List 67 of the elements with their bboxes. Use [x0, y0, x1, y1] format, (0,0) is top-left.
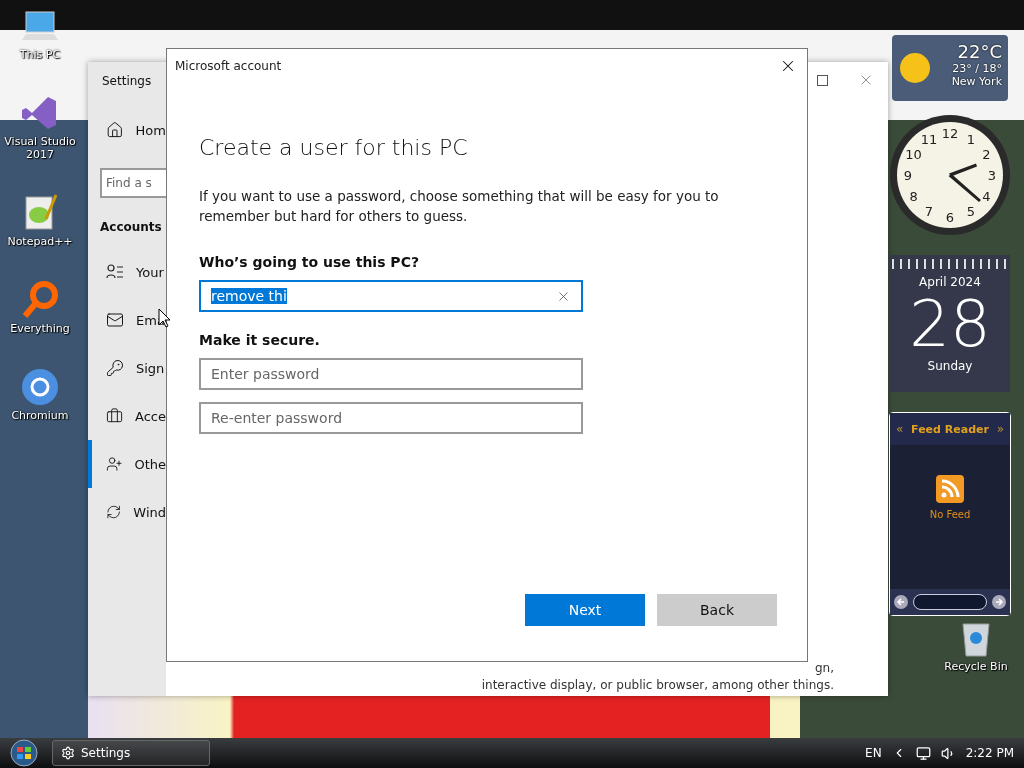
field-label: Make it secure. — [199, 332, 321, 348]
settings-icon — [61, 746, 75, 760]
clock-numeral: 10 — [905, 147, 922, 162]
clock-numeral: 6 — [945, 210, 955, 225]
body-text: interactive display, or public browser, among other things. — [481, 678, 834, 692]
body-text: gn, — [814, 661, 834, 675]
network-icon[interactable] — [915, 745, 931, 761]
feed-status: No Feed — [929, 509, 971, 520]
taskbar-app-button[interactable]: Settings — [52, 740, 210, 766]
password-field[interactable]: Enter password — [199, 358, 583, 390]
clock-numeral: 9 — [903, 168, 913, 183]
password-field[interactable]: Re-enter password — [199, 402, 583, 434]
search-field[interactable]: Find a s — [100, 168, 166, 198]
person-plus-icon — [106, 455, 123, 473]
maximize-icon[interactable] — [817, 74, 828, 86]
clock-numeral: 4 — [982, 189, 991, 204]
clock-numeral: 11 — [920, 131, 938, 147]
field-label: Who’s going to use this PC? — [199, 254, 421, 270]
clock-numeral: 1 — [966, 131, 976, 147]
desktop-icon-label[interactable]: Chromium — [1, 409, 79, 422]
window-title: Settings — [102, 74, 153, 88]
temperature-range: 23° / 18° — [952, 62, 1002, 75]
calendar-month: April 2024 — [919, 275, 981, 289]
desktop-icon-label[interactable]: Visual Studio 2017 — [1, 135, 79, 161]
nav-item[interactable]: Wind — [88, 488, 166, 536]
desktop-icon-label[interactable]: Notepad++ — [1, 235, 79, 248]
clock-numeral: 7 — [924, 204, 934, 220]
clock-hands — [948, 163, 981, 202]
calendar-weekday: Sunday — [927, 359, 973, 373]
home-icon — [106, 121, 124, 139]
desktop-icon-label[interactable]: This PC — [1, 48, 79, 61]
dialog-heading: Create a user for this PC — [199, 135, 469, 160]
back-button[interactable]: Back — [657, 594, 777, 626]
clock-time[interactable]: 2:22 PM — [965, 746, 1014, 760]
dialog-description: If you want to use a password, choose something that will be easy for you to remember but hard for others to guess. — [199, 187, 720, 226]
nav-item[interactable]: Your — [88, 248, 166, 296]
language-indicator[interactable]: EN — [865, 746, 882, 760]
clock-numeral: 5 — [966, 204, 976, 220]
nav-item[interactable]: Sign — [88, 344, 166, 392]
user-name-field[interactable]: remove thi — [199, 280, 583, 312]
sun-icon — [898, 51, 932, 85]
nav-item[interactable]: Hom — [135, 122, 166, 138]
key-icon — [106, 359, 124, 377]
recycle-bin-icon — [959, 620, 993, 658]
clock-numeral: 2 — [982, 147, 991, 162]
mail-icon — [106, 311, 124, 329]
rss-icon — [936, 475, 964, 503]
feed-title: Feed Reader — [911, 422, 989, 436]
temperature: 22°C — [957, 41, 1002, 62]
clock-numeral: 12 — [941, 126, 959, 141]
section-heading: Accounts — [100, 220, 163, 234]
desktop-icon-label[interactable]: Recycle Bin — [937, 660, 1015, 673]
calendar-day: 28 — [909, 289, 991, 359]
nav-item[interactable]: Acce — [88, 392, 166, 440]
previous-arrow[interactable]: « — [896, 422, 904, 436]
magnifier-icon — [20, 280, 60, 320]
sync-icon — [106, 503, 122, 521]
dialog-title: Microsoft account — [175, 59, 282, 73]
next-arrow[interactable]: » — [996, 422, 1004, 436]
briefcase-icon — [106, 407, 124, 425]
desktop-icon-label[interactable]: Everything — [1, 322, 79, 335]
clock-numeral: 3 — [987, 168, 997, 183]
browser-logo-icon — [20, 367, 60, 407]
next-button[interactable]: Next — [525, 594, 645, 626]
person-list-icon — [106, 263, 124, 281]
city-name: New York — [951, 75, 1002, 88]
clock-numeral: 8 — [909, 189, 918, 204]
